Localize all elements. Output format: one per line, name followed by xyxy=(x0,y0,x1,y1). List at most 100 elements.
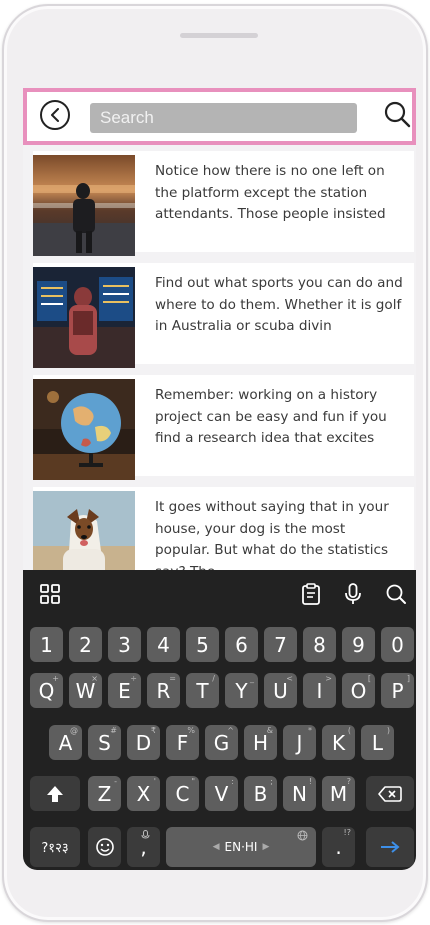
key-label: H xyxy=(252,730,269,755)
key-4[interactable]: 4 xyxy=(147,627,180,662)
key-6[interactable]: 6 xyxy=(225,627,258,662)
key-h[interactable]: H & xyxy=(244,725,277,760)
list-item[interactable]: Remember: working on a history project c… xyxy=(33,375,414,480)
key-hint: × xyxy=(91,674,98,683)
key-label: V xyxy=(214,781,229,806)
smiley-icon xyxy=(95,838,114,856)
key-p[interactable]: P] xyxy=(381,673,414,708)
key-d[interactable]: D ₹ xyxy=(127,725,160,760)
key-w[interactable]: W × xyxy=(69,673,102,708)
space-label: EN·HI xyxy=(224,840,258,854)
key-hint: % xyxy=(187,726,195,735)
soft-keyboard: 1 2 3 4 5 6 7 8 9 0 Q + W × E ÷ R = T / Y _ U <… xyxy=(23,570,416,870)
shift-icon xyxy=(47,785,63,802)
key-label: C xyxy=(175,781,190,806)
backspace-icon xyxy=(378,785,402,802)
key-u[interactable]: U < xyxy=(264,673,297,708)
key-n[interactable]: N! xyxy=(283,776,316,811)
key-o[interactable]: O[ xyxy=(342,673,375,708)
key-a[interactable]: A @ xyxy=(49,725,82,760)
key-label: T xyxy=(196,678,209,703)
microphone-icon xyxy=(141,830,150,839)
article-snippet: Notice how there is no one left on the p… xyxy=(155,163,386,222)
key-j[interactable]: J * xyxy=(283,725,316,760)
key-hint: ÷ xyxy=(130,674,137,683)
key-hint: ( xyxy=(347,726,351,735)
key-hint: ! xyxy=(308,777,312,786)
key-hint: * xyxy=(308,726,312,735)
key-hint: # xyxy=(110,726,117,735)
back-button[interactable] xyxy=(40,100,70,130)
key-c[interactable]: C " xyxy=(166,776,199,811)
key-e[interactable]: E ÷ xyxy=(108,673,141,708)
key-b[interactable]: B; xyxy=(244,776,277,811)
clipboard-icon[interactable] xyxy=(299,582,323,606)
list-item[interactable]: Find out what sports you can do and wher… xyxy=(33,263,414,368)
key-v[interactable]: V: xyxy=(205,776,238,811)
search-icon[interactable] xyxy=(383,100,411,128)
key-1[interactable]: 1 xyxy=(30,627,63,662)
key-hint: _ xyxy=(250,674,254,683)
article-thumbnail-airport-board xyxy=(33,267,135,368)
symbols-key[interactable]: ?१२३ xyxy=(30,827,80,867)
key-hint: : xyxy=(231,777,234,786)
search-icon[interactable] xyxy=(384,582,408,606)
key-2[interactable]: 2 xyxy=(69,627,102,662)
enter-key[interactable] xyxy=(366,827,414,867)
key-hint: + xyxy=(52,674,59,683)
key-hint: < xyxy=(286,674,293,683)
period-key[interactable]: . !? xyxy=(322,827,355,867)
key-q[interactable]: Q + xyxy=(30,673,63,708)
space-key[interactable]: ◀ EN·HI ▶ xyxy=(166,827,316,867)
key-hint: " xyxy=(191,777,195,786)
key-f[interactable]: F% xyxy=(166,725,199,760)
key-l[interactable]: L) xyxy=(361,725,394,760)
key-label: . xyxy=(335,835,342,859)
key-s[interactable]: S # xyxy=(88,725,121,760)
key-label: M xyxy=(329,781,348,806)
key-hint: !? xyxy=(343,828,351,837)
key-hint: & xyxy=(266,726,273,735)
key-hint: ' xyxy=(153,777,156,786)
chevron-left-icon xyxy=(51,108,59,122)
microphone-icon[interactable] xyxy=(341,582,365,606)
key-hint: - xyxy=(114,777,117,786)
keyboard-toolbar xyxy=(23,570,416,618)
key-hint: = xyxy=(169,674,176,683)
key-g[interactable]: G ^ xyxy=(205,725,238,760)
article-thumbnail-globe xyxy=(33,379,135,480)
backspace-key[interactable] xyxy=(366,776,414,811)
key-9[interactable]: 9 xyxy=(342,627,375,662)
key-t[interactable]: T / xyxy=(186,673,219,708)
key-7[interactable]: 7 xyxy=(264,627,297,662)
comma-key[interactable]: , xyxy=(127,827,160,867)
key-hint: ? xyxy=(346,777,351,786)
key-r[interactable]: R = xyxy=(147,673,180,708)
key-label: L xyxy=(371,730,384,755)
globe-icon xyxy=(297,830,308,841)
key-label: E xyxy=(118,678,131,703)
key-y[interactable]: Y _ xyxy=(225,673,258,708)
key-k[interactable]: K( xyxy=(322,725,355,760)
emoji-key[interactable] xyxy=(88,827,121,867)
key-3[interactable]: 3 xyxy=(108,627,141,662)
caret-right-icon: ▶ xyxy=(262,842,270,852)
key-8[interactable]: 8 xyxy=(303,627,336,662)
key-hint: / xyxy=(212,674,215,683)
key-5[interactable]: 5 xyxy=(186,627,219,662)
apps-grid-icon[interactable] xyxy=(38,582,62,606)
key-m[interactable]: M? xyxy=(322,776,355,811)
screen: Notice how there is no one left on the p… xyxy=(23,88,416,870)
shift-key[interactable] xyxy=(30,776,80,811)
article-thumbnail-train-platform xyxy=(33,155,135,256)
arrow-right-icon xyxy=(381,841,400,853)
key-0[interactable]: 0 xyxy=(381,627,414,662)
key-label: J xyxy=(296,730,303,755)
key-z[interactable]: Z- xyxy=(88,776,121,811)
key-x[interactable]: X ' xyxy=(127,776,160,811)
search-input[interactable] xyxy=(90,103,357,133)
key-i[interactable]: I > xyxy=(303,673,336,708)
key-hint: [ xyxy=(367,674,371,683)
key-hint: ₹ xyxy=(150,726,156,735)
list-item[interactable]: Notice how there is no one left on the p… xyxy=(33,151,414,256)
